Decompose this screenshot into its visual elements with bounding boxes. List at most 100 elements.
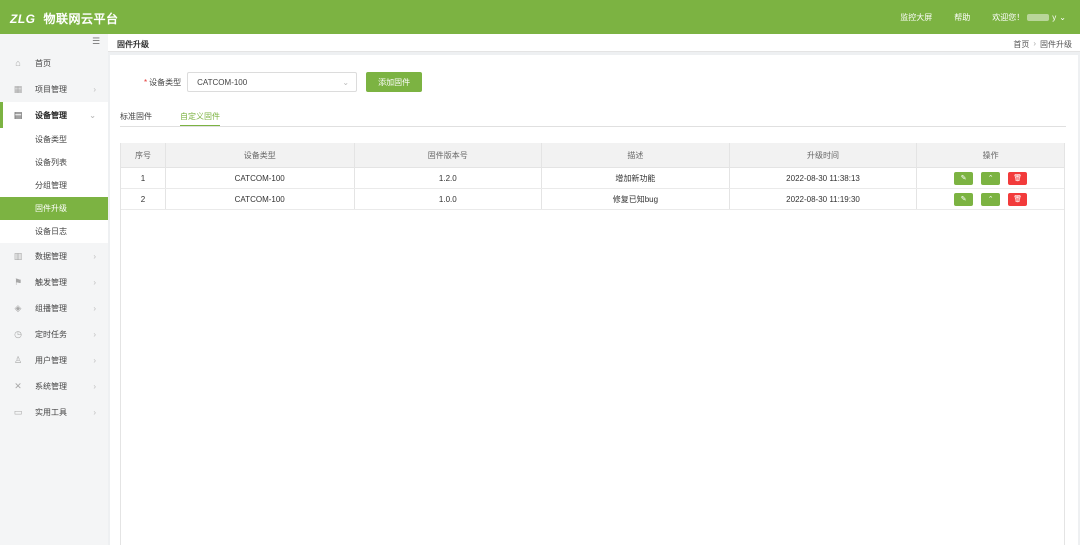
chevron-right-icon: › bbox=[93, 355, 96, 365]
device-type-value: CATCOM-100 bbox=[197, 77, 248, 87]
chevron-right-icon: › bbox=[93, 303, 96, 313]
table-cell: 1.2.0 bbox=[355, 168, 543, 188]
table-cell: 2 bbox=[121, 189, 166, 209]
top-nav: 监控大屏 帮助 欢迎您！ y ⌄ bbox=[900, 12, 1066, 23]
trash-icon: 🗑 bbox=[1013, 196, 1023, 203]
top-header: ZLG 物联网云平台 监控大屏 帮助 欢迎您！ y ⌄ bbox=[0, 0, 1080, 34]
sidebar-item-multicast[interactable]: ◈ 组播管理 › bbox=[0, 295, 108, 321]
breadcrumb-current: 固件升级 bbox=[1040, 40, 1072, 49]
project-icon: ▦ bbox=[13, 83, 23, 94]
toolbox-icon: ▭ bbox=[13, 406, 23, 417]
table-row: 1 CATCOM-100 1.2.0 增加新功能 2022-08-30 11:3… bbox=[121, 168, 1064, 189]
welcome-text: 欢迎您！ bbox=[992, 13, 1025, 22]
layers-icon: ◈ bbox=[14, 302, 22, 313]
column-header: 序号 bbox=[121, 143, 166, 167]
firmware-tabs: 标准固件 自定义固件 bbox=[120, 109, 1066, 127]
table-cell: CATCOM-100 bbox=[166, 189, 355, 209]
required-mark: * bbox=[144, 77, 148, 87]
username-suffix: y bbox=[1052, 13, 1057, 22]
trash-icon: 🗑 bbox=[1013, 175, 1023, 182]
column-header: 操作 bbox=[982, 150, 999, 160]
tab-custom-firmware[interactable]: 自定义固件 bbox=[180, 109, 220, 126]
firmware-table: 序号 设备类型 固件版本号 描述 升级时间 操作 1 CATCOM-100 1.… bbox=[120, 143, 1065, 545]
edit-icon: ✎ bbox=[960, 175, 967, 182]
device-type-form: * 设备类型 CATCOM-100 ⌄ 添加固件 bbox=[144, 72, 423, 92]
user-icon: ♙ bbox=[13, 354, 23, 365]
table-cell: 修复已知bug bbox=[542, 189, 730, 209]
sidebar-item-data[interactable]: ▥ 数据管理 › bbox=[0, 243, 108, 269]
user-menu[interactable]: 欢迎您！ y ⌄ bbox=[992, 12, 1066, 23]
chevron-down-icon: ⌄ bbox=[89, 110, 96, 120]
sidebar-subitem-group[interactable]: 分组管理 bbox=[0, 174, 108, 197]
sidebar-item-label: 触发管理 bbox=[35, 277, 67, 287]
collapse-menu-icon[interactable]: ☰ bbox=[92, 36, 100, 47]
monitor-screen-link[interactable]: 监控大屏 bbox=[900, 12, 932, 23]
table-cell: 2022-08-30 11:38:13 bbox=[730, 168, 918, 188]
breadcrumb-separator-icon: › bbox=[1033, 39, 1036, 48]
edit-button[interactable]: ✎ bbox=[954, 171, 974, 185]
sidebar-item-label: 设备管理 bbox=[35, 110, 67, 120]
upgrade-button[interactable]: ⌃ bbox=[981, 192, 1001, 206]
device-icon: ▤ bbox=[13, 109, 23, 120]
column-header: 升级时间 bbox=[730, 143, 918, 167]
sidebar: ☰ ⌂ 首页 ▦ 项目管理 › ▤ 设备管理 ⌄ 设备类型 设备列表 分组管理 … bbox=[0, 34, 108, 545]
breadcrumb-home[interactable]: 首页 bbox=[1013, 39, 1029, 50]
sidebar-item-project[interactable]: ▦ 项目管理 › bbox=[0, 76, 108, 102]
table-cell: 1 bbox=[121, 168, 166, 188]
chevron-right-icon: › bbox=[93, 277, 96, 287]
chevron-right-icon: › bbox=[93, 407, 96, 417]
username-blurred bbox=[1027, 14, 1050, 21]
table-cell: 2022-08-30 11:19:30 bbox=[730, 189, 918, 209]
breadcrumb-bar: 固件升级 首页 › 固件升级 bbox=[108, 34, 1080, 52]
table-cell: 1.0.0 bbox=[355, 189, 543, 209]
upgrade-button[interactable]: ⌃ bbox=[981, 171, 1001, 185]
brand-mark: ZLG bbox=[10, 12, 36, 26]
edit-icon: ✎ bbox=[960, 196, 967, 203]
page-title: 固件升级 bbox=[117, 40, 149, 49]
logo[interactable]: ZLG 物联网云平台 bbox=[10, 10, 119, 27]
help-link[interactable]: 帮助 bbox=[954, 12, 970, 23]
sidebar-item-trigger[interactable]: ⚑ 触发管理 › bbox=[0, 269, 108, 295]
sidebar-item-tools[interactable]: ▭ 实用工具 › bbox=[0, 399, 108, 425]
sidebar-item-home[interactable]: ⌂ 首页 bbox=[0, 50, 108, 76]
add-firmware-button[interactable]: 添加固件 bbox=[366, 72, 423, 92]
flag-icon: ⚑ bbox=[13, 276, 23, 287]
sidebar-item-label: 数据管理 bbox=[35, 251, 67, 261]
tools-icon: ✕ bbox=[14, 380, 22, 391]
sidebar-item-label: 首页 bbox=[35, 58, 51, 68]
sidebar-item-label: 组播管理 bbox=[35, 303, 67, 313]
sidebar-item-schedule[interactable]: ◷ 定时任务 › bbox=[0, 321, 108, 347]
table-cell: 增加新功能 bbox=[542, 168, 730, 188]
column-header: 设备类型 bbox=[166, 143, 355, 167]
sidebar-menu: ⌂ 首页 ▦ 项目管理 › ▤ 设备管理 ⌄ 设备类型 设备列表 分组管理 固件… bbox=[0, 50, 108, 425]
tab-standard-firmware[interactable]: 标准固件 bbox=[120, 109, 152, 126]
home-icon: ⌂ bbox=[15, 58, 21, 68]
sidebar-item-system[interactable]: ✕ 系统管理 › bbox=[0, 373, 108, 399]
main-content: * 设备类型 CATCOM-100 ⌄ 添加固件 标准固件 自定义固件 序号 设… bbox=[110, 55, 1078, 545]
sidebar-item-user[interactable]: ♙ 用户管理 › bbox=[0, 347, 108, 373]
device-type-label: 设备类型 bbox=[149, 77, 182, 87]
chevron-right-icon: › bbox=[93, 251, 96, 261]
delete-button[interactable]: 🗑 bbox=[1008, 192, 1028, 206]
arrow-up-icon: ⌃ bbox=[987, 196, 994, 203]
sidebar-subitem-device-log[interactable]: 设备日志 bbox=[0, 220, 108, 243]
row-actions: ✎ ⌃ 🗑 bbox=[917, 189, 1064, 209]
sidebar-item-label: 系统管理 bbox=[35, 381, 67, 391]
sidebar-item-label: 实用工具 bbox=[35, 407, 67, 417]
row-actions: ✎ ⌃ 🗑 bbox=[917, 168, 1064, 188]
platform-title: 物联网云平台 bbox=[43, 12, 119, 26]
arrow-up-icon: ⌃ bbox=[987, 175, 994, 182]
chevron-down-icon: ⌄ bbox=[1059, 13, 1066, 22]
chart-icon: ▥ bbox=[13, 250, 23, 261]
sidebar-subitem-firmware[interactable]: 固件升级 bbox=[0, 197, 108, 220]
device-type-select[interactable]: CATCOM-100 ⌄ bbox=[187, 72, 358, 92]
delete-button[interactable]: 🗑 bbox=[1008, 171, 1028, 185]
edit-button[interactable]: ✎ bbox=[954, 192, 974, 206]
chevron-right-icon: › bbox=[93, 84, 96, 94]
sidebar-item-device[interactable]: ▤ 设备管理 ⌄ bbox=[0, 102, 108, 128]
sidebar-subitem-device-list[interactable]: 设备列表 bbox=[0, 151, 108, 174]
sidebar-subitem-device-type[interactable]: 设备类型 bbox=[0, 128, 108, 151]
sidebar-item-label: 项目管理 bbox=[35, 84, 67, 94]
chevron-down-icon: ⌄ bbox=[342, 77, 350, 87]
chevron-right-icon: › bbox=[93, 381, 96, 391]
